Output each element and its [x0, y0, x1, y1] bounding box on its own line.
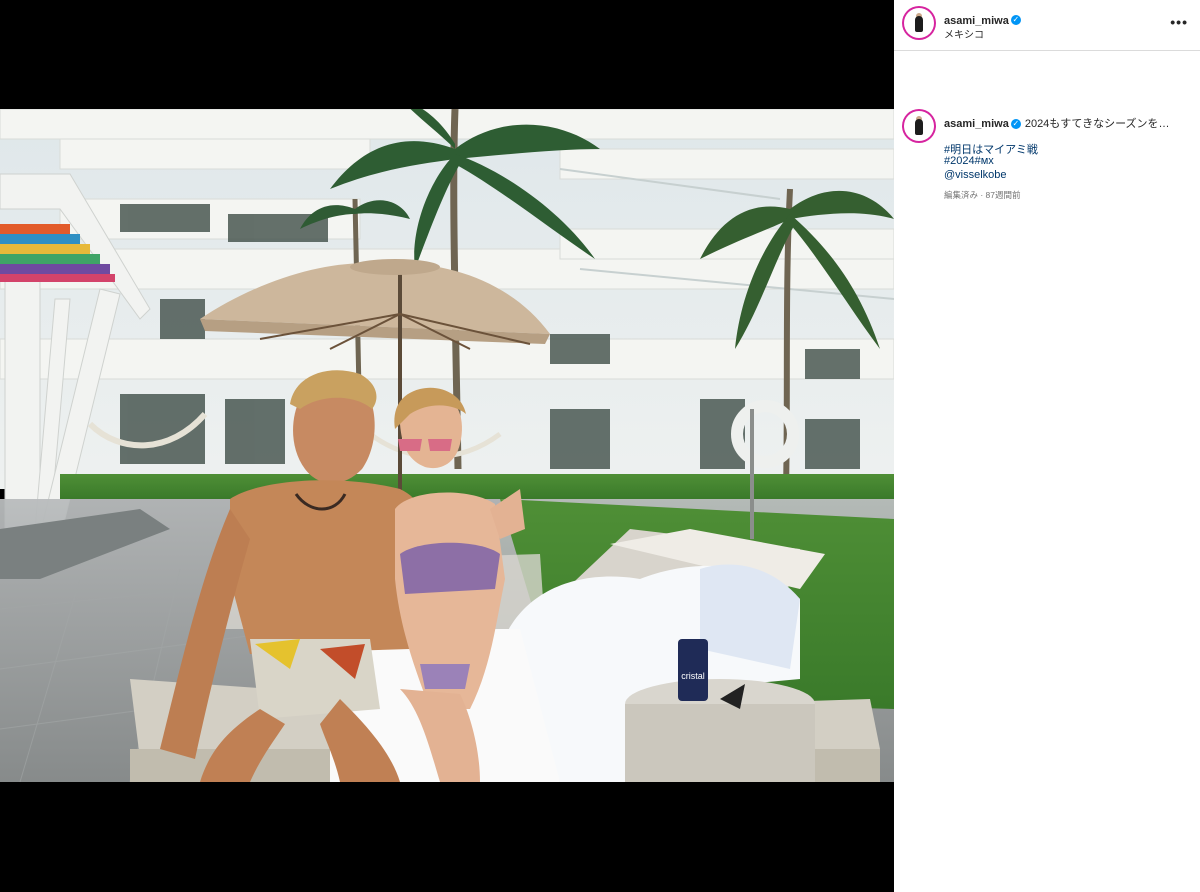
instagram-post-viewer: cristal asami_miwa ✓ メキシコ ••• asami_miwa… — [0, 0, 1200, 892]
can-label: cristal — [681, 671, 705, 681]
post-location[interactable]: メキシコ — [944, 26, 984, 41]
caption-avatar[interactable] — [906, 113, 932, 139]
more-options-icon[interactable]: ••• — [1170, 14, 1188, 30]
post-photo[interactable]: cristal — [0, 109, 894, 782]
caption-username[interactable]: asami_miwa — [944, 118, 1009, 130]
caption-text: 2024もすてきなシーズンを… — [1024, 118, 1170, 130]
post-sidebar: asami_miwa ✓ メキシコ ••• asami_miwa ✓ 2024もすてき… — [894, 0, 1200, 892]
verified-badge-icon: ✓ — [1010, 14, 1021, 25]
post-meta: 編集済み · 87週間前 — [944, 190, 1021, 200]
hashtag-link[interactable]: #2024#ᴍx — [944, 155, 994, 167]
avatar[interactable] — [906, 10, 932, 36]
post-header: asami_miwa ✓ メキシコ ••• — [894, 0, 1200, 51]
media-panel: cristal — [0, 0, 894, 892]
mention-link[interactable]: @visselkobe — [944, 169, 1007, 181]
verified-badge-icon: ✓ — [1010, 119, 1021, 130]
